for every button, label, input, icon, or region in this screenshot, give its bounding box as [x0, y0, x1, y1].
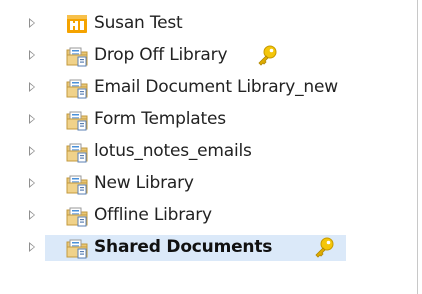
library-tree-panel: Susan Test Drop Off Library Email Docume…	[0, 0, 418, 294]
expand-arrow-icon[interactable]	[29, 18, 35, 28]
tree-item-susan-test[interactable]: Susan Test	[0, 7, 418, 39]
tree-item-offline-library[interactable]: Offline Library	[0, 199, 418, 231]
expand-arrow-icon[interactable]	[29, 178, 35, 188]
library-icon	[66, 47, 88, 67]
expand-arrow-icon[interactable]	[29, 50, 35, 60]
tree-item-new-library[interactable]: New Library	[0, 167, 418, 199]
library-icon	[66, 207, 88, 227]
key-icon	[315, 237, 334, 258]
tree-item-email-document-library-new[interactable]: Email Document Library_new	[0, 71, 418, 103]
expand-arrow-icon[interactable]	[29, 242, 35, 252]
expand-arrow-icon[interactable]	[29, 146, 35, 156]
tree-item-shared-documents[interactable]: Shared Documents	[0, 231, 418, 263]
tree-item-label: Email Document Library_new	[94, 77, 338, 97]
library-icon	[66, 111, 88, 131]
site-icon	[67, 15, 87, 33]
key-icon	[258, 45, 277, 66]
library-icon	[66, 175, 88, 195]
tree-item-label: Susan Test	[94, 13, 183, 33]
tree-item-label: lotus_notes_emails	[94, 141, 252, 161]
tree-item-lotus-notes-emails[interactable]: lotus_notes_emails	[0, 135, 418, 167]
tree-item-label: Offline Library	[94, 205, 212, 225]
tree-item-label: Drop Off Library	[94, 45, 228, 65]
expand-arrow-icon[interactable]	[29, 114, 35, 124]
tree-item-label: Shared Documents	[94, 237, 273, 257]
library-tree: Susan Test Drop Off Library Email Docume…	[0, 7, 418, 263]
tree-item-label: Form Templates	[94, 109, 226, 129]
expand-arrow-icon[interactable]	[29, 210, 35, 220]
expand-arrow-icon[interactable]	[29, 82, 35, 92]
tree-item-drop-off-library[interactable]: Drop Off Library	[0, 39, 418, 71]
tree-item-label: New Library	[94, 173, 194, 193]
tree-item-form-templates[interactable]: Form Templates	[0, 103, 418, 135]
library-icon	[66, 239, 88, 259]
library-icon	[66, 79, 88, 99]
library-icon	[66, 143, 88, 163]
